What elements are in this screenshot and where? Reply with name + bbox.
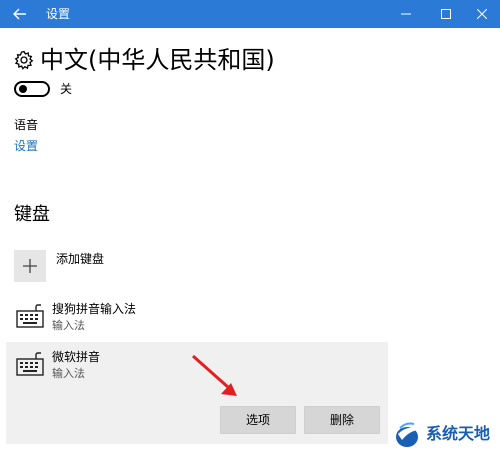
add-keyboard-label[interactable]: 添加键盘 — [56, 250, 104, 268]
watermark-logo-icon — [396, 422, 420, 447]
keyboard-item-type: 输入法 — [52, 367, 85, 380]
keyboard-item-name: 搜狗拼音输入法 — [52, 302, 137, 316]
voice-heading: 语音 — [14, 118, 39, 132]
keyboard-item-sogou[interactable]: 搜狗拼音输入法 输入法 — [6, 296, 388, 338]
keyboard-item-type: 输入法 — [52, 319, 85, 332]
keyboard-icon — [16, 304, 44, 328]
maximize-icon — [441, 9, 451, 19]
watermark: 系统天地 — [392, 418, 500, 452]
keyboard-item-name: 微软拼音 — [52, 350, 101, 364]
maximize-button[interactable] — [426, 0, 466, 28]
close-icon — [477, 9, 487, 19]
toggle-label: 关 — [60, 82, 73, 96]
options-button[interactable]: 选项 — [220, 406, 296, 434]
window-title: 设置 — [46, 7, 71, 21]
back-arrow-icon — [13, 8, 26, 20]
add-keyboard-button[interactable] — [14, 250, 46, 282]
language-toggle[interactable] — [14, 81, 50, 97]
watermark-text: 系统天地 — [426, 424, 491, 443]
toggle-knob — [19, 85, 27, 93]
keyboard-icon — [16, 352, 44, 376]
plus-icon — [23, 259, 37, 273]
title-bar: 设置 — [0, 0, 500, 28]
voice-settings-link[interactable]: 设置 — [14, 137, 38, 155]
back-button[interactable] — [0, 0, 40, 28]
delete-button[interactable]: 删除 — [304, 406, 380, 434]
minimize-icon — [401, 13, 411, 15]
close-button[interactable] — [462, 0, 500, 28]
gear-icon — [14, 50, 34, 70]
page-title: 中文(中华人民共和国) — [40, 46, 275, 74]
minimize-button[interactable] — [386, 0, 426, 28]
keyboard-heading: 键盘 — [14, 204, 50, 225]
annotation-arrow-icon — [192, 354, 237, 396]
